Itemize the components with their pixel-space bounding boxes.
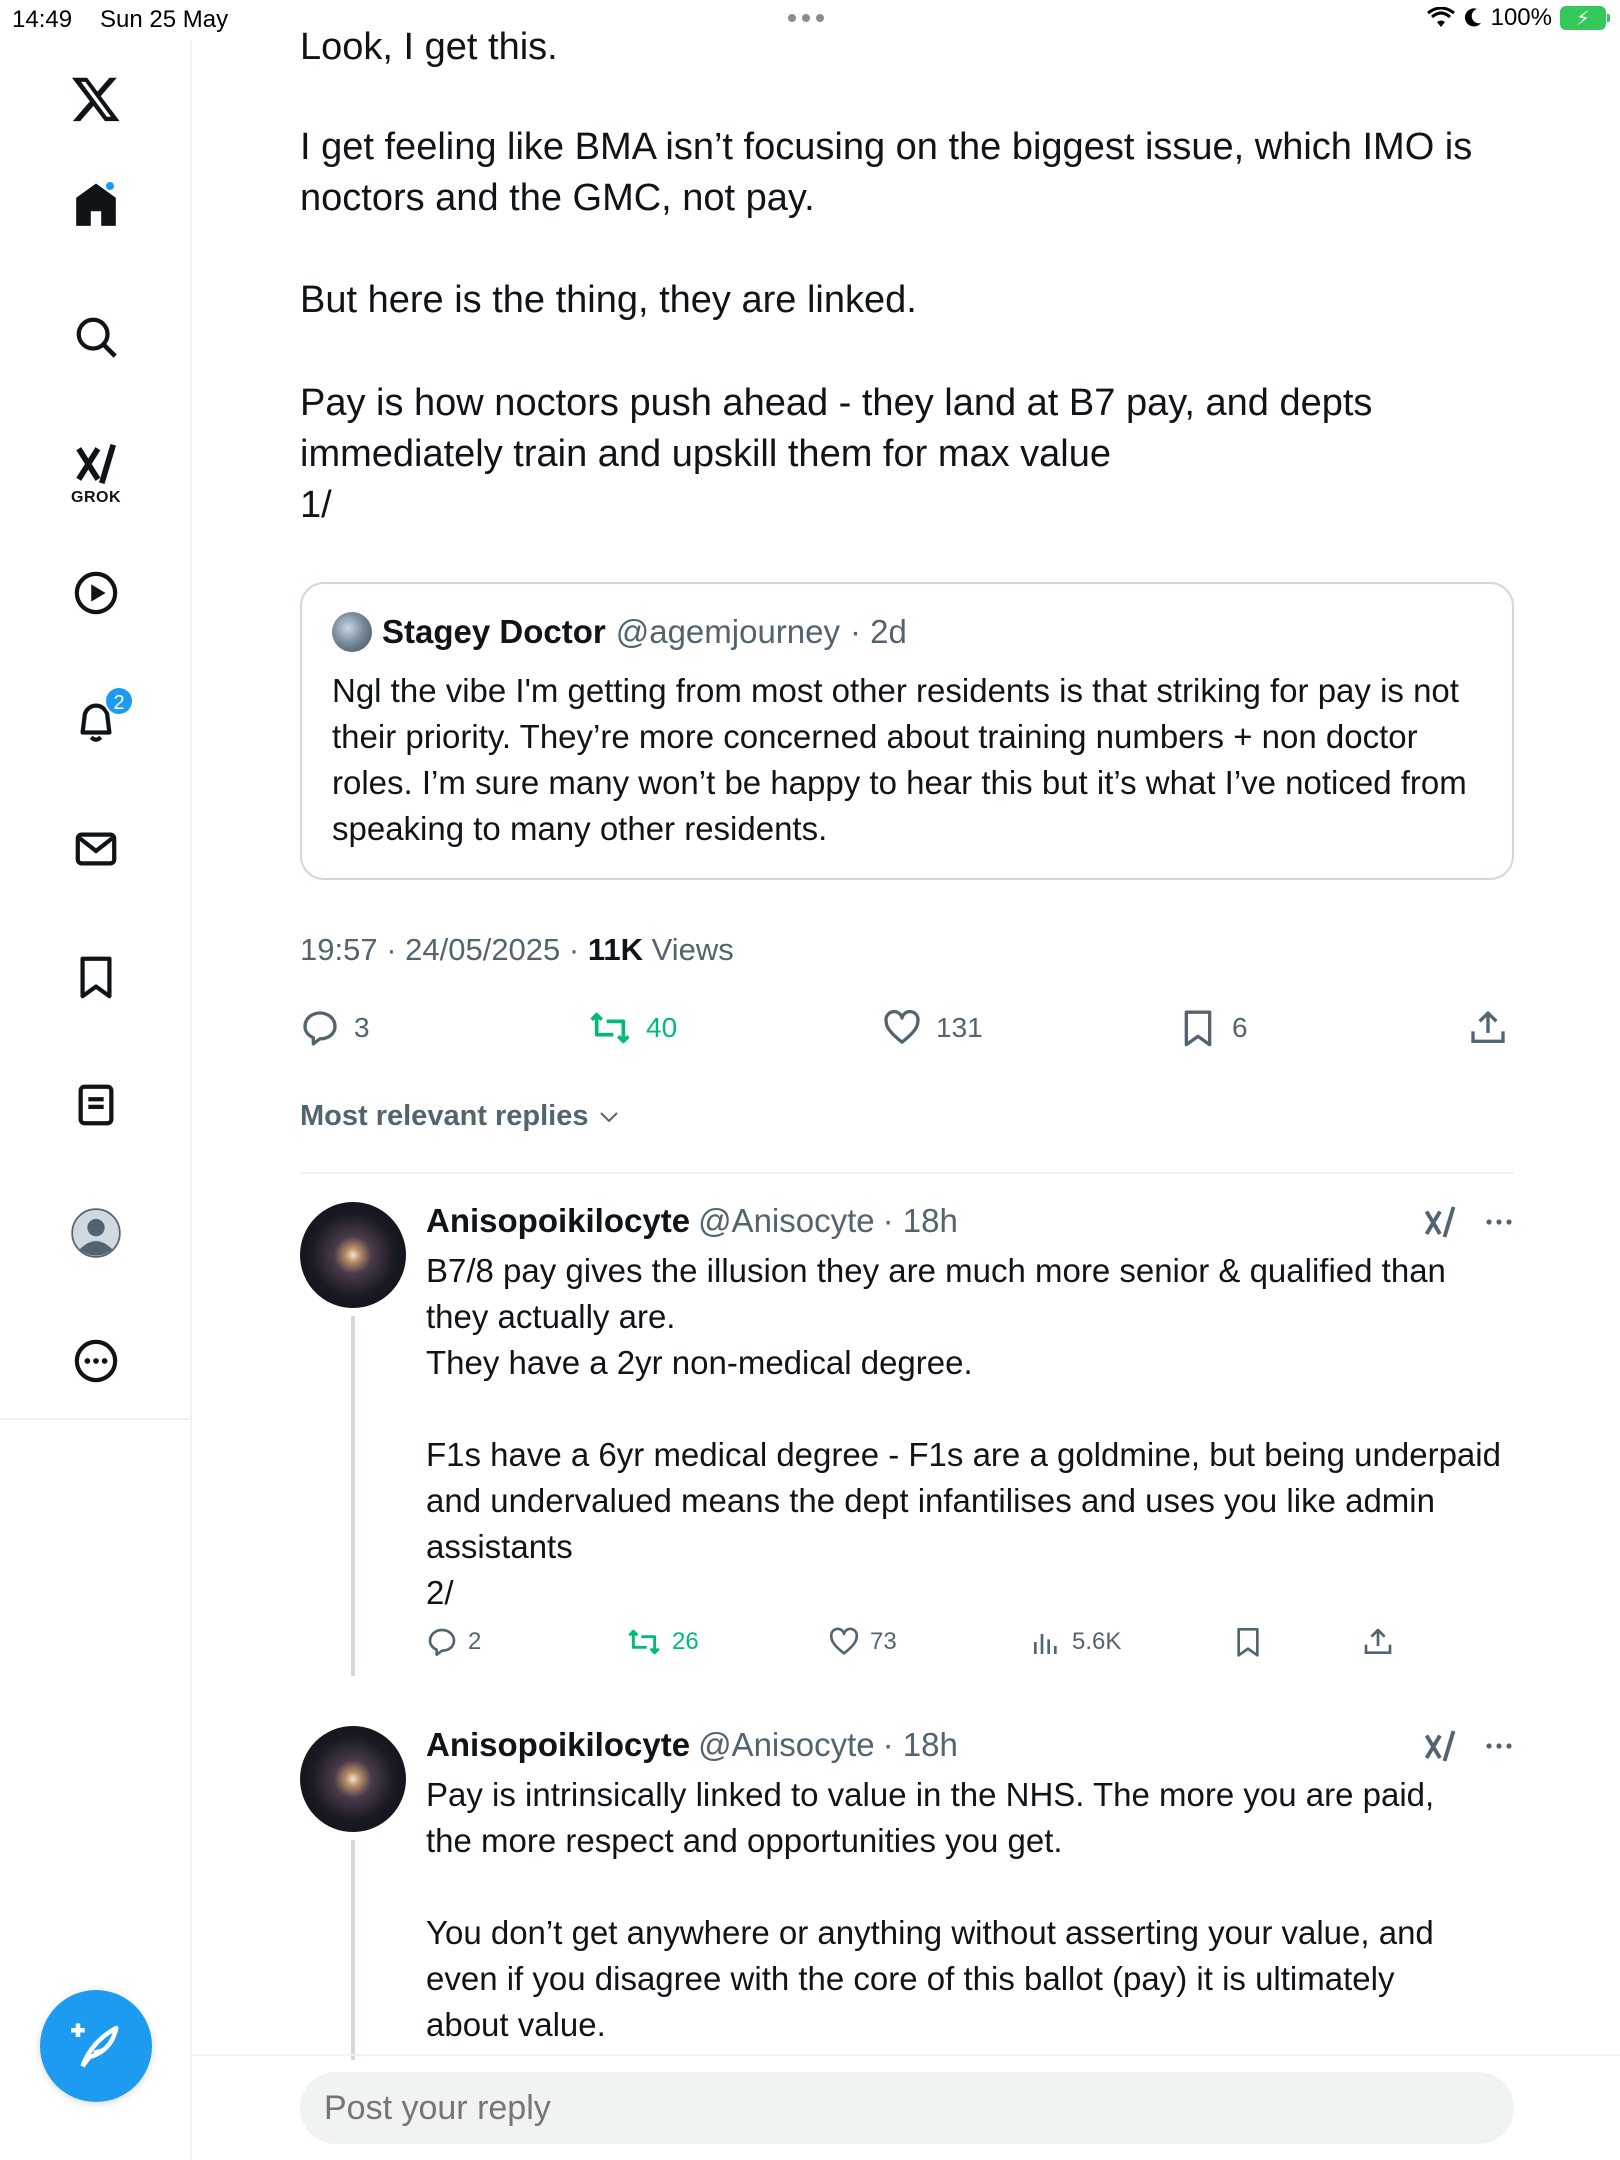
post-paragraph: Look, I get this. [300,26,558,68]
reply-post[interactable]: Anisopoikilocyte @Anisocyte · 18h B7/8 p… [300,1202,1514,1676]
heart-icon [829,1627,859,1655]
post-actions: 3 40 131 6 [300,1004,1514,1052]
reply-time: · 18h [882,1202,958,1239]
sidebar-divider [0,1418,192,1420]
bookmark-button[interactable]: 6 [1178,1008,1248,1048]
repost-count: 40 [646,1012,678,1043]
more-options-icon[interactable] [1484,1217,1514,1227]
replies-sort-label: Most relevant replies [300,1100,589,1132]
home-icon[interactable] [0,170,192,240]
grok-label: GROK [71,489,121,506]
views-button[interactable]: 5.6K [1030,1626,1121,1658]
repost-icon [628,1629,660,1655]
post-paragraph: I get feeling like BMA isn’t focusing on… [300,126,1473,219]
replies-sort-dropdown[interactable]: Most relevant replies [300,1100,621,1133]
quoted-post-text: Ngl the vibe I'm getting from most other… [332,672,1467,847]
reply-header: Anisopoikilocyte @Anisocyte · 18h [426,1202,958,1240]
like-count: 131 [936,1012,983,1043]
feather-plus-icon [71,2023,119,2068]
reply-post[interactable]: Anisopoikilocyte @Anisocyte · 18h Pay is… [300,1726,1514,2060]
views-count: 5.6K [1072,1628,1122,1655]
bookmarks-icon[interactable] [0,942,192,1012]
views-label: Views [643,932,734,967]
grok-nav-item[interactable]: GROK [0,424,192,524]
grok-icon[interactable] [1422,1204,1458,1240]
repost-button[interactable]: 26 [626,1626,699,1658]
repost-button[interactable]: 40 [588,1008,677,1048]
reply-input[interactable] [300,2072,1514,2144]
notifications-badge: 2 [104,686,134,716]
repost-count: 26 [672,1628,699,1655]
sidebar: GROK 2 [0,40,192,2160]
reply-author-avatar[interactable] [300,1726,406,1832]
reply-count: 2 [468,1628,482,1655]
views-count: 11K [587,932,643,967]
share-button[interactable] [1362,1626,1394,1658]
quoted-author-handle[interactable]: @agemjourney [616,613,840,651]
articles-icon[interactable] [0,1070,192,1140]
more-options-icon[interactable] [1484,1741,1514,1751]
grok-icon[interactable] [1422,1728,1458,1764]
bookmark-count: 6 [1232,1012,1248,1043]
search-icon[interactable] [0,302,192,372]
chevron-down-icon [599,1111,618,1122]
battery-icon: ⚡ [1560,6,1610,30]
bookmark-icon [1184,1010,1212,1047]
compose-post-button[interactable] [40,1990,152,2102]
post-paragraph: Pay is how noctors push ahead - they lan… [300,382,1373,526]
heart-icon [884,1009,920,1044]
analytics-icon [1034,1634,1057,1654]
quoted-post[interactable]: Stagey Doctor @agemjourney · 2d Ngl the … [300,582,1514,880]
reply-author-name[interactable]: Anisopoikilocyte [426,1726,690,1764]
like-button[interactable]: 73 [828,1626,897,1658]
grok-icon [76,444,117,484]
replies-divider [300,1172,1514,1174]
reply-text: Pay is intrinsically linked to value in … [426,1776,1435,2043]
reply-actions: 2 26 73 5.6K [426,1626,1426,1666]
reply-button[interactable]: 2 [426,1626,481,1658]
notifications-icon[interactable]: 2 [0,686,192,756]
video-icon[interactable] [0,558,192,628]
bookmark-icon [1237,1628,1259,1657]
reply-author-handle[interactable]: @Anisocyte [698,1202,875,1240]
post-paragraph: But here is the thing, they are linked. [300,279,917,321]
reply-time: · 18h [882,1726,958,1763]
post-timestamp: 19:57 · 24/05/2025 · [300,932,588,967]
thread-line [351,1840,355,2060]
share-icon [1471,1011,1505,1043]
post-meta: 19:57 · 24/05/2025 · 11K Views [300,932,734,968]
reply-count: 3 [354,1012,370,1043]
reply-button[interactable]: 3 [300,1008,370,1048]
share-button[interactable] [1468,1008,1508,1048]
quoted-author-name[interactable]: Stagey Doctor [382,613,606,651]
reply-bar-divider [192,2054,1620,2056]
reply-author-avatar[interactable] [300,1202,406,1308]
messages-icon[interactable] [0,814,192,884]
quoted-post-time: · 2d [850,613,907,650]
reply-tools [1422,1728,1514,1764]
quoted-author-avatar[interactable] [332,612,372,652]
share-icon [1364,1628,1392,1654]
more-options-icon[interactable] [0,1326,192,1396]
reply-tools [1422,1204,1514,1240]
reply-text: B7/8 pay gives the illusion they are muc… [426,1252,1501,1611]
home-notification-dot [104,180,116,192]
profile-avatar-icon[interactable] [0,1198,192,1268]
quoted-post-header: Stagey Doctor @agemjourney · 2d [332,612,907,652]
x-logo-icon[interactable] [0,64,192,134]
bookmark-button[interactable] [1232,1626,1264,1658]
status-date: Sun 25 May [100,6,229,33]
reply-author-name[interactable]: Anisopoikilocyte [426,1202,690,1240]
reply-icon [303,1011,337,1046]
thread-line [351,1316,355,1676]
multitasking-dots-icon[interactable] [788,14,824,22]
reply-icon [428,1628,456,1656]
reply-author-handle[interactable]: @Anisocyte [698,1726,875,1764]
reply-header: Anisopoikilocyte @Anisocyte · 18h [426,1726,958,1764]
like-count: 73 [870,1628,897,1655]
repost-icon [590,1012,630,1044]
status-time: 14:49 [12,6,73,33]
like-button[interactable]: 131 [882,1008,983,1048]
